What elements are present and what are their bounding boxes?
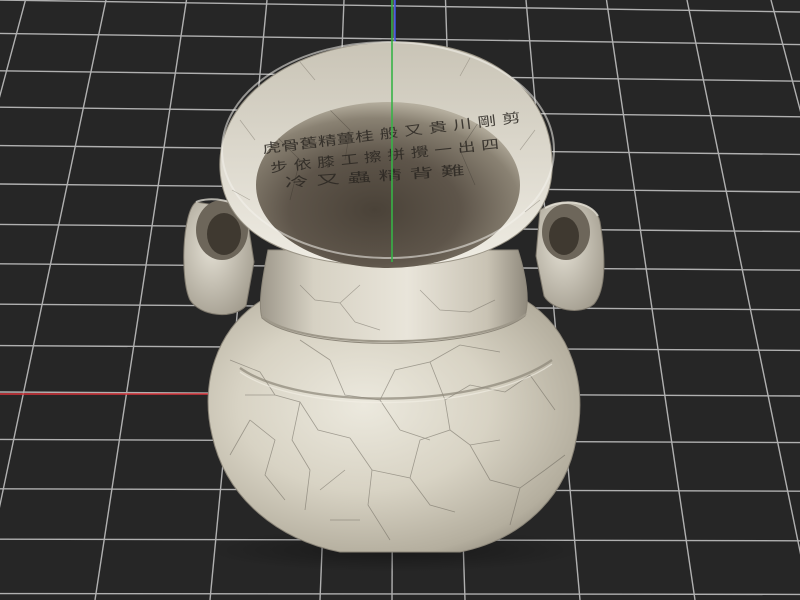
viewport-canvas[interactable]: 虎骨舊精薑桂 般 又 貴 川 剛 剪 步 依 膝 工 擦 拼 攪 一 出 四 冷…	[0, 0, 800, 600]
grid-row-line	[0, 592, 800, 596]
3d-viewport[interactable]: 虎骨舊精薑桂 般 又 貴 川 剛 剪 步 依 膝 工 擦 拼 攪 一 出 四 冷…	[0, 0, 800, 600]
right-handle[interactable]	[535, 201, 605, 311]
